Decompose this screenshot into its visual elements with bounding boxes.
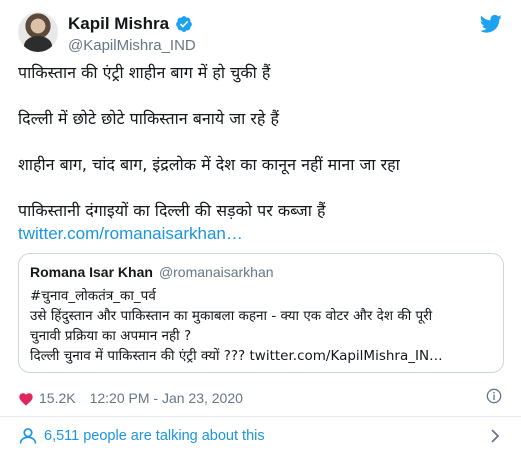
quoted-text-line: दिल्ली चुनाव में पाकिस्तान की एंट्री क्य…: [30, 348, 443, 364]
verified-badge-icon: [176, 16, 192, 32]
author-handle[interactable]: @KapilMishra_IND: [68, 37, 196, 54]
tweet-timestamp[interactable]: 12:20 PM - Jan 23, 2020: [90, 390, 243, 406]
quoted-text-line: चुनावी प्रक्रिया का अपमान नही ?: [30, 328, 192, 344]
tweet-text-line: पाकिस्तान की एंट्री शाहीन बाग में हो चुक…: [18, 63, 271, 82]
like-count[interactable]: 15.2K: [39, 390, 76, 406]
quoted-author-name: Romana Isar Khan: [30, 264, 153, 280]
embedded-tweet-card: Kapil Mishra @KapilMishra_IND पाकिस्तान …: [0, 0, 521, 452]
quoted-text-line: उसे हिंदुस्तान और पाकिस्तान का मुकाबला क…: [30, 308, 433, 324]
divider: [0, 416, 521, 417]
quoted-tweet-header: Romana Isar Khan @romanaisarkhan: [30, 264, 274, 280]
tweet-meta: 15.2K 12:20 PM - Jan 23, 2020: [18, 388, 508, 408]
author-avatar[interactable]: [18, 12, 58, 52]
conversation-link[interactable]: 6,511 people are talking about this: [18, 424, 508, 448]
tweet-header: Kapil Mishra @KapilMishra_IND: [18, 10, 508, 60]
tweet-text-line: पाकिस्तानी दंगाइयों का दिल्ली की सड़को प…: [18, 201, 326, 220]
author-name-row: Kapil Mishra: [68, 14, 193, 34]
tweet-text-line: दिल्ली में छोटे छोटे पाकिस्तान बनाये जा …: [18, 109, 279, 128]
quoted-author-handle: @romanaisarkhan: [158, 264, 274, 280]
quoted-tweet[interactable]: Romana Isar Khan @romanaisarkhan #चुनाव_…: [18, 253, 504, 373]
conversation-text[interactable]: 6,511 people are talking about this: [44, 428, 265, 444]
tweet-text-line: शाहीन बाग, चांद बाग, इंद्रलोक में देश का…: [18, 155, 400, 174]
quoted-tweet-text: #चुनाव_लोकतंत्र_का_पर्व उसे हिंदुस्तान औ…: [30, 286, 495, 366]
info-icon[interactable]: [486, 388, 502, 404]
tweet-link[interactable]: twitter.com/romanaisarkhan…: [18, 224, 243, 244]
author-name[interactable]: Kapil Mishra: [68, 14, 169, 34]
twitter-bird-icon[interactable]: [480, 14, 502, 34]
quoted-text-line: #चुनाव_लोकतंत्र_का_पर्व: [30, 288, 156, 304]
person-icon: [19, 428, 37, 444]
chevron-right-icon[interactable]: [490, 428, 500, 444]
heart-icon[interactable]: [18, 391, 34, 406]
